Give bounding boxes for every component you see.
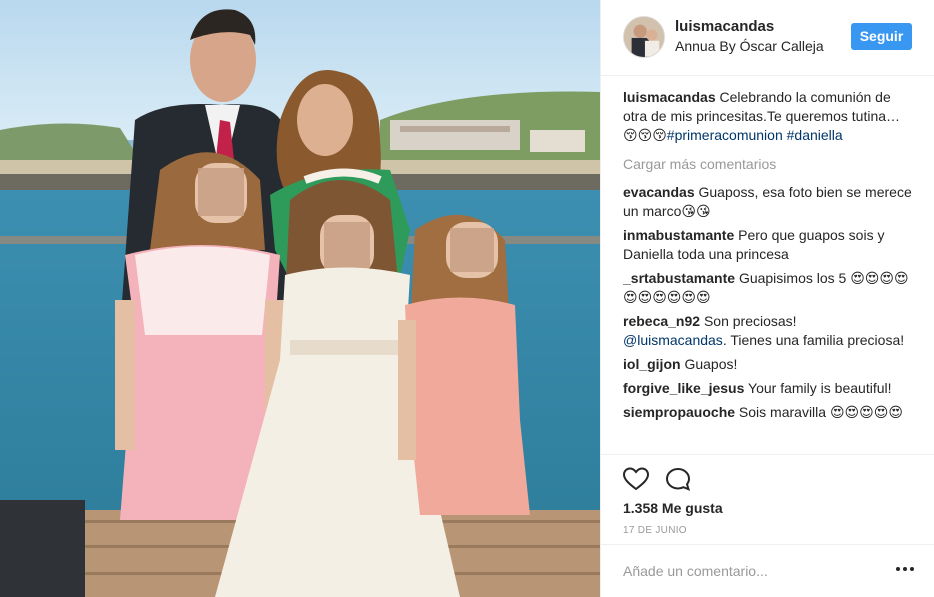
post-photo[interactable] xyxy=(0,0,600,597)
caption-username[interactable]: luismacandas xyxy=(623,89,716,105)
comment-text: Guapos! xyxy=(684,356,738,372)
add-comment-bar xyxy=(601,544,934,597)
post-panel: luismacandas Annua By Óscar Calleja Segu… xyxy=(600,0,934,597)
comment-text: Sois maravilla 😍😍😍😍😍 xyxy=(738,404,903,420)
post-date: 17 DE JUNIO xyxy=(623,525,687,536)
comments-list[interactable]: luismacandas Celebrando la comunión de o… xyxy=(623,88,913,454)
speech-bubble-icon[interactable] xyxy=(665,467,691,491)
comment-username[interactable]: _srtabustamante xyxy=(623,270,735,286)
comment-item: siempropauoche Sois maravilla 😍😍😍😍😍 xyxy=(623,403,913,422)
comment-item: iol_gijon Guapos! xyxy=(623,355,913,374)
follow-button[interactable]: Seguir xyxy=(851,23,912,50)
family-photo-illustration xyxy=(0,0,600,597)
comment-text-continued: . Tienes una familia preciosa! xyxy=(722,332,905,348)
comment-item: inmabustamante Pero que guapos sois y Da… xyxy=(623,226,913,264)
comment-username[interactable]: evacandas xyxy=(623,184,695,200)
comment-text: Your family is beautiful! xyxy=(748,380,892,396)
comment-text: Son preciosas! xyxy=(703,313,797,329)
post-header: luismacandas Annua By Óscar Calleja Segu… xyxy=(601,0,934,76)
comment-input[interactable] xyxy=(623,560,883,582)
comment-username[interactable]: inmabustamante xyxy=(623,227,734,243)
comment-username[interactable]: siempropauoche xyxy=(623,404,735,420)
post-location[interactable]: Annua By Óscar Calleja xyxy=(675,38,824,54)
comment-item: forgive_like_jesus Your family is beauti… xyxy=(623,379,913,398)
likes-count[interactable]: 1.358 Me gusta xyxy=(623,500,723,516)
post-caption: luismacandas Celebrando la comunión de o… xyxy=(623,88,913,145)
post-username[interactable]: luismacandas xyxy=(675,18,774,35)
avatar[interactable] xyxy=(623,16,665,58)
comment-item: _srtabustamante Guapisimos los 5 😍😍😍😍😍😍😍… xyxy=(623,269,913,307)
comment-username[interactable]: rebeca_n92 xyxy=(623,313,700,329)
hashtag-daniella[interactable]: #daniella xyxy=(787,127,843,143)
load-more-comments-link[interactable]: Cargar más comentarios xyxy=(623,155,913,174)
comment-item: rebeca_n92 Son preciosas! @luismacandas.… xyxy=(623,312,913,350)
comment-item: evacandas Guaposs, esa foto bien se mere… xyxy=(623,183,913,221)
more-options-icon[interactable] xyxy=(896,567,914,573)
avatar-image xyxy=(624,17,664,57)
heart-icon[interactable] xyxy=(623,467,649,491)
comment-mention[interactable]: @luismacandas xyxy=(623,332,723,348)
hashtag-primeracomunion[interactable]: #primeracomunion xyxy=(667,127,783,143)
comment-username[interactable]: iol_gijon xyxy=(623,356,681,372)
comment-username[interactable]: forgive_like_jesus xyxy=(623,380,744,396)
